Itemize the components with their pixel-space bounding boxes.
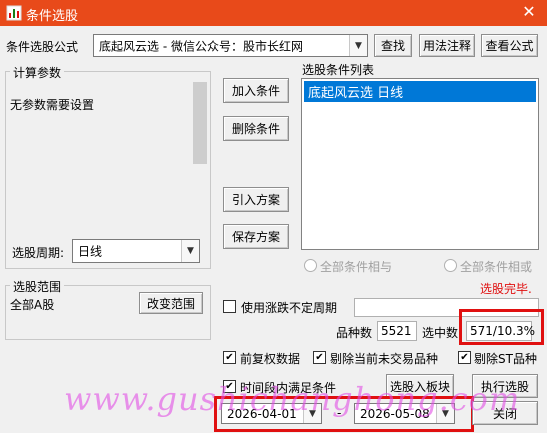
time-range-checkbox[interactable]: ✔ bbox=[223, 380, 236, 393]
formula-label: 条件选股公式 bbox=[6, 40, 79, 54]
params-text: 无参数需要设置 bbox=[10, 98, 95, 112]
params-scrollbar[interactable] bbox=[192, 78, 208, 228]
formula-selected-value: 底起风云选 - 微信公众号：股市长红网 bbox=[99, 39, 303, 53]
app-icon bbox=[6, 5, 22, 21]
change-range-button[interactable]: 改变范围 bbox=[139, 292, 203, 314]
usage-notes-button[interactable]: 用法注释 bbox=[419, 34, 475, 57]
delete-condition-button[interactable]: 删除条件 bbox=[223, 116, 289, 141]
date-from-picker[interactable]: 2026-04-01 ▼ bbox=[221, 403, 322, 424]
formula-select[interactable]: 底起风云选 - 微信公众号：股市长红网 ▼ bbox=[93, 34, 368, 57]
highlight-frame bbox=[459, 309, 544, 345]
add-to-block-button[interactable]: 选股入板块 bbox=[386, 374, 454, 398]
date-from-value: 2026-04-01 bbox=[227, 406, 297, 421]
date-to-picker[interactable]: 2026-05-08 ▼ bbox=[354, 403, 455, 424]
close-window-button[interactable]: ✕ bbox=[518, 2, 540, 22]
exclude-st-checkbox[interactable]: ✔ bbox=[458, 351, 471, 364]
period-value: 日线 bbox=[78, 244, 103, 259]
date-to-value: 2026-05-08 bbox=[360, 406, 430, 421]
mode-or-label: 全部条件相或 bbox=[460, 260, 533, 274]
add-condition-button[interactable]: 加入条件 bbox=[223, 78, 289, 103]
window-title: 条件选股 bbox=[26, 9, 79, 24]
count-value: 5521 bbox=[377, 321, 417, 341]
chevron-down-icon[interactable]: ▼ bbox=[349, 35, 367, 56]
variable-period-label: 使用涨跌不定周期 bbox=[241, 301, 338, 315]
import-scheme-button[interactable]: 引入方案 bbox=[223, 187, 289, 212]
range-value: 全部A股 bbox=[10, 298, 55, 312]
chevron-down-icon[interactable]: ▼ bbox=[181, 240, 199, 262]
count-label: 品种数 bbox=[336, 326, 373, 340]
save-scheme-button[interactable]: 保存方案 bbox=[223, 224, 289, 249]
chevron-down-icon[interactable]: ▼ bbox=[436, 404, 454, 423]
mode-and-radio[interactable] bbox=[304, 259, 317, 272]
range-group-title: 选股范围 bbox=[10, 278, 65, 295]
exclude-untraded-checkbox[interactable]: ✔ bbox=[313, 351, 326, 364]
title-bar: 条件选股 ✕ bbox=[0, 0, 547, 26]
date-separator: - bbox=[337, 406, 342, 420]
conditions-list-title: 选股条件列表 bbox=[302, 63, 375, 77]
chevron-down-icon[interactable]: ▼ bbox=[303, 404, 321, 423]
period-label: 选股周期: bbox=[12, 246, 65, 260]
list-item[interactable]: 底起风云选 日线 bbox=[304, 81, 536, 102]
pre-adjust-checkbox[interactable]: ✔ bbox=[223, 351, 236, 364]
view-formula-button[interactable]: 查看公式 bbox=[481, 34, 538, 57]
mode-or-radio[interactable] bbox=[444, 259, 457, 272]
exclude-untraded-label: 剔除当前未交易品种 bbox=[330, 352, 439, 366]
conditions-list[interactable]: 底起风云选 日线 bbox=[301, 78, 539, 250]
execute-selection-button[interactable]: 执行选股 bbox=[472, 374, 538, 398]
mode-and-label: 全部条件相与 bbox=[320, 260, 393, 274]
exclude-st-label: 剔除ST品种 bbox=[474, 352, 537, 366]
find-button[interactable]: 查找 bbox=[374, 34, 412, 57]
close-button[interactable]: 关闭 bbox=[472, 401, 538, 425]
params-scroll-thumb[interactable] bbox=[193, 82, 207, 164]
selected-count-label: 选中数 bbox=[422, 326, 459, 340]
pre-adjust-label: 前复权数据 bbox=[240, 352, 301, 366]
time-range-label: 时间段内满足条件 bbox=[240, 381, 337, 395]
period-select[interactable]: 日线 ▼ bbox=[72, 239, 200, 263]
status-text: 选股完毕. bbox=[480, 282, 532, 296]
params-group-title: 计算参数 bbox=[10, 64, 65, 81]
variable-period-checkbox[interactable] bbox=[223, 300, 236, 313]
